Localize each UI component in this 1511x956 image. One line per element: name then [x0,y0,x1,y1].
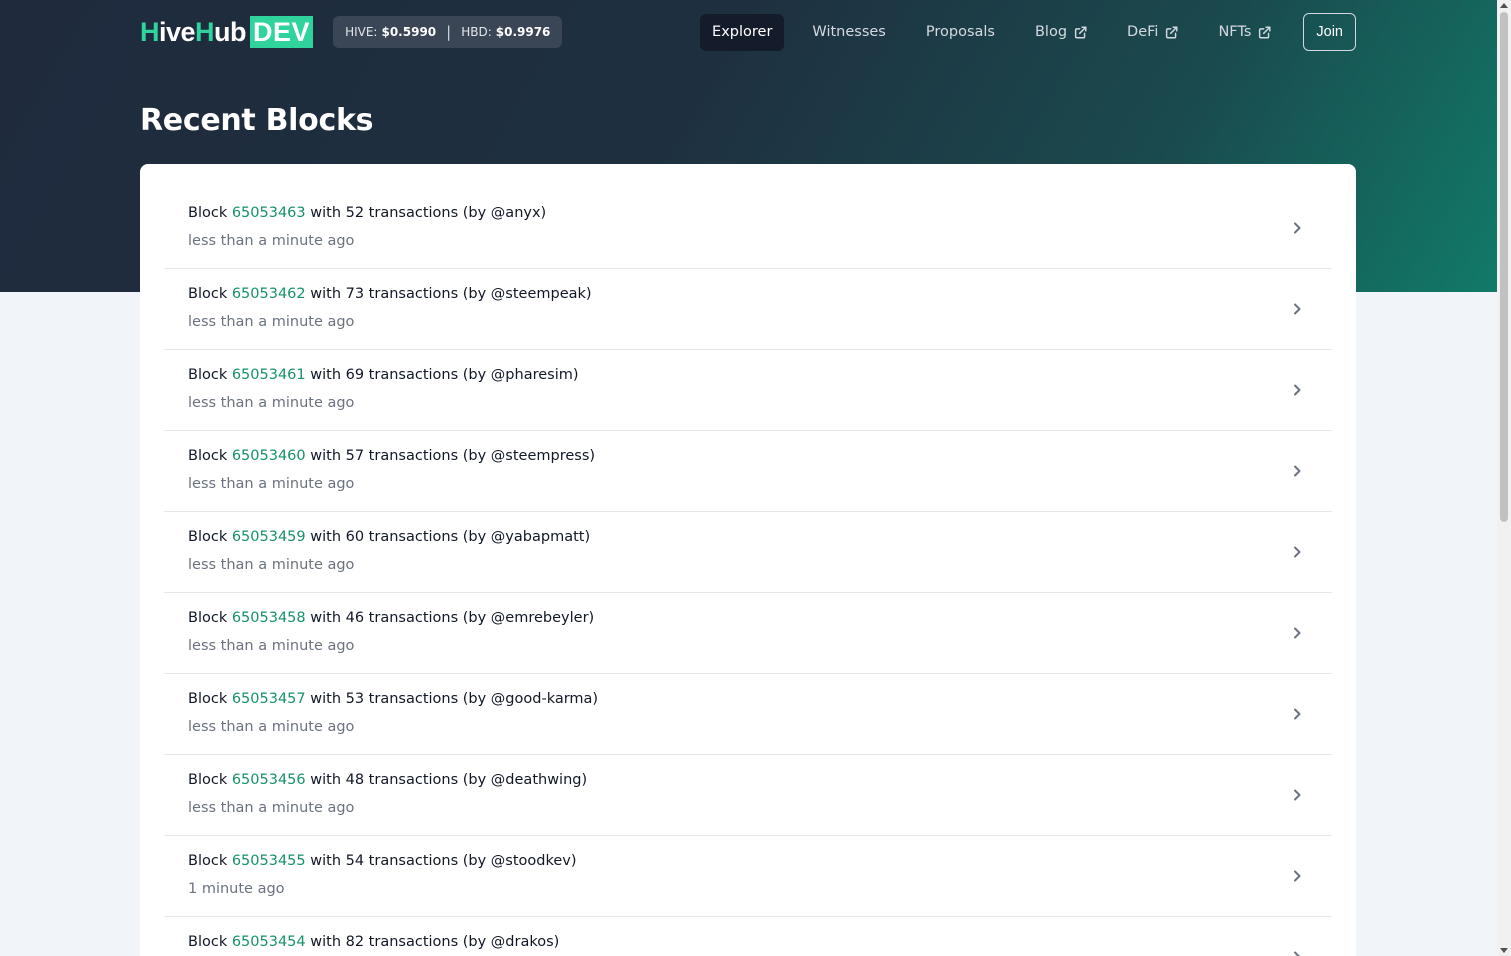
blocks-list: Block 65053463 with 52 transactions (by … [140,164,1356,956]
chevron-right-icon [1294,708,1301,720]
block-details: with 57 transactions (by @steempress) [310,448,596,464]
block-number-link[interactable]: 65053459 [232,529,306,545]
block-prefix: Block [188,286,228,302]
scroll-down-arrow[interactable] [1500,948,1508,953]
chevron-right-icon [1294,303,1301,315]
block-timestamp: less than a minute ago [188,557,355,573]
chevron-right-icon [1294,870,1301,882]
hivehub-logo[interactable]: HiveHub DEV [140,16,314,48]
block-prefix: Block [188,772,228,788]
hive-price-label: HIVE: [345,25,378,39]
external-link-icon [1074,25,1087,39]
block-details: with 54 transactions (by @stoodkev) [310,853,577,869]
block-row[interactable]: Block 65053459 with 60 transactions (by … [164,512,1332,593]
block-prefix: Block [188,853,228,869]
block-row[interactable]: Block 65053458 with 46 transactions (by … [164,593,1332,674]
nav-defi[interactable]: DeFi [1115,14,1190,51]
block-details: with 52 transactions (by @anyx) [310,205,547,221]
block-prefix: Block [188,205,228,221]
block-prefix: Block [188,367,228,383]
price-ticker: HIVE: $0.5990 | HBD: $0.9976 [333,16,563,48]
hbd-price-label: HBD: [461,25,492,39]
block-prefix: Block [188,529,228,545]
chevron-right-icon [1294,222,1301,234]
block-number-link[interactable]: 65053462 [232,286,306,302]
block-row[interactable]: Block 65053457 with 53 transactions (by … [164,674,1332,755]
nav-blog[interactable]: Blog [1023,14,1099,51]
block-row[interactable]: Block 65053454 with 82 transactions (by … [164,917,1332,956]
block-prefix: Block [188,691,228,707]
join-button[interactable]: Join [1303,13,1356,51]
external-link-icon [1166,25,1178,39]
block-number-link[interactable]: 65053457 [232,691,306,707]
page-title: Recent Blocks [140,103,374,138]
logo-wordmark: HiveHub [140,17,247,47]
block-prefix: Block [188,934,228,950]
block-number-link[interactable]: 65053455 [232,853,306,869]
block-details: with 46 transactions (by @emrebeyler) [310,610,595,626]
block-details: with 48 transactions (by @deathwing) [310,772,588,788]
logo-dev-badge: DEV [250,16,314,48]
block-row-title: Block 65053461 with 69 transactions (by … [188,367,579,383]
main-nav: Explorer Witnesses Proposals Blog DeFi N… [700,13,1356,51]
block-row-title: Block 65053454 with 82 transactions (by … [188,934,559,950]
hive-price-value: $0.5990 [381,25,437,39]
block-number-link[interactable]: 65053460 [232,448,306,464]
block-timestamp: less than a minute ago [188,476,355,492]
block-timestamp: 1 minute ago [188,881,285,897]
nav-explorer[interactable]: Explorer [700,13,785,51]
top-navbar: HiveHub DEV HIVE: $0.5990 | HBD: $0.9976… [140,13,1356,51]
block-timestamp: less than a minute ago [188,395,355,411]
block-row[interactable]: Block 65053463 with 52 transactions (by … [164,188,1332,269]
block-row[interactable]: Block 65053455 with 54 transactions (by … [164,836,1332,917]
block-number-link[interactable]: 65053458 [232,610,306,626]
price-separator: | [446,23,452,41]
block-number-link[interactable]: 65053461 [232,367,306,383]
chevron-right-icon [1294,789,1301,801]
block-row-title: Block 65053462 with 73 transactions (by … [188,286,592,302]
block-timestamp: less than a minute ago [188,233,355,249]
block-number-link[interactable]: 65053454 [232,934,306,950]
block-row[interactable]: Block 65053461 with 69 transactions (by … [164,350,1332,431]
block-details: with 73 transactions (by @steempeak) [310,286,592,302]
block-timestamp: less than a minute ago [188,314,355,330]
block-row[interactable]: Block 65053456 with 48 transactions (by … [164,755,1332,836]
block-timestamp: less than a minute ago [188,719,355,735]
block-row-title: Block 65053458 with 46 transactions (by … [188,610,594,626]
chevron-right-icon [1294,465,1301,477]
block-row[interactable]: Block 65053460 with 57 transactions (by … [164,431,1332,512]
block-prefix: Block [188,610,228,626]
block-row-title: Block 65053456 with 48 transactions (by … [188,772,587,788]
chevron-right-icon [1294,384,1301,396]
page-scrollbar[interactable] [1497,0,1511,956]
block-details: with 82 transactions (by @drakos) [310,934,560,950]
block-row-title: Block 65053455 with 54 transactions (by … [188,853,577,869]
nav-nfts[interactable]: NFTs [1206,14,1283,51]
hbd-price-value: $0.9976 [495,25,551,39]
block-details: with 53 transactions (by @good-karma) [310,691,599,707]
block-prefix: Block [188,448,228,464]
nav-witnesses[interactable]: Witnesses [800,14,897,51]
nav-proposals[interactable]: Proposals [914,14,1007,51]
block-row-title: Block 65053463 with 52 transactions (by … [188,205,546,221]
block-number-link[interactable]: 65053463 [232,205,306,221]
block-row-title: Block 65053460 with 57 transactions (by … [188,448,595,464]
block-details: with 60 transactions (by @yabapmatt) [310,529,591,545]
block-timestamp: less than a minute ago [188,638,355,654]
chevron-right-icon [1294,627,1301,639]
block-timestamp: less than a minute ago [188,800,355,816]
block-details: with 69 transactions (by @pharesim) [310,367,579,383]
chevron-right-icon [1294,951,1300,956]
chevron-right-icon [1294,546,1301,558]
external-link-icon [1259,25,1271,39]
block-row[interactable]: Block 65053462 with 73 transactions (by … [164,269,1332,350]
scroll-up-arrow[interactable] [1500,3,1508,8]
block-number-link[interactable]: 65053456 [232,772,306,788]
block-row-title: Block 65053457 with 53 transactions (by … [188,691,598,707]
block-row-title: Block 65053459 with 60 transactions (by … [188,529,590,545]
scroll-thumb[interactable] [1500,12,1508,522]
